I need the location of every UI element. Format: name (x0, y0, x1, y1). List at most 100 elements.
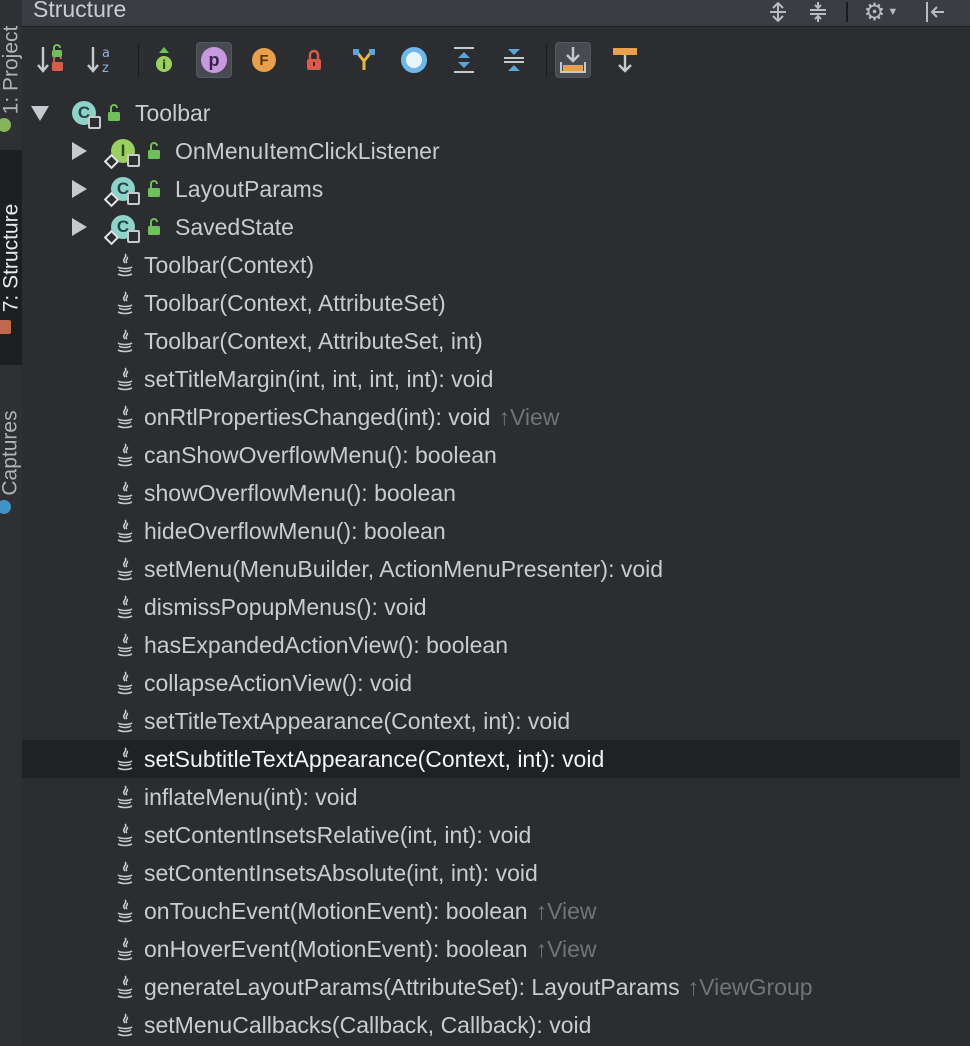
show-lambdas-button[interactable] (346, 42, 382, 78)
chevron-right-icon[interactable] (72, 142, 87, 160)
class-icon: C (103, 177, 140, 208)
tree-root-node[interactable]: C Toolbar (22, 94, 960, 132)
method-label-group: setContentInsetsRelative(int, int): void (144, 822, 531, 849)
method-java-icon (116, 822, 134, 848)
tree-method-node[interactable]: inflateMenu(int): void (22, 778, 960, 816)
expand-all-button[interactable] (446, 42, 482, 78)
tab-structure[interactable]: 7: Structure (0, 150, 22, 365)
method-java-icon (116, 556, 134, 582)
tree-class-node[interactable]: I OnMenuItemClickListener (22, 132, 960, 170)
method-label: setContentInsetsRelative(int, int): void (144, 821, 532, 848)
tree-class-label: LayoutParams (175, 175, 324, 202)
method-label: onRtlPropertiesChanged(int): void (144, 403, 491, 430)
collapse-all-button[interactable] (496, 42, 532, 78)
autoscroll-from-source-icon (613, 48, 637, 73)
method-java-icon (116, 746, 134, 772)
hide-panel-icon[interactable] (920, 0, 950, 24)
tree-method-node[interactable]: onTouchEvent(MotionEvent): boolean ↑View (22, 892, 960, 930)
tab-project[interactable]: 1: Project (0, 0, 22, 140)
method-label-group: Toolbar(Context) (144, 252, 314, 279)
tree-class-label: OnMenuItemClickListener (175, 137, 440, 164)
show-non-public-button[interactable] (296, 42, 332, 78)
tree-method-node[interactable]: setContentInsetsRelative(int, int): void (22, 816, 960, 854)
method-label-group: inflateMenu(int): void (144, 784, 358, 811)
panel-title-bar: Structure ⚙ ▼ (22, 0, 970, 27)
side-tool-window-bar: 1: Project 7: Structure Captures (0, 0, 23, 1046)
tree-method-node[interactable]: collapseActionView(): void (22, 664, 960, 702)
lock-mini-icon (127, 230, 140, 243)
tree-class-label: SavedState (175, 213, 294, 240)
method-label: setMenu(MenuBuilder, ActionMenuPresenter… (144, 555, 664, 582)
public-lock-icon (148, 218, 160, 235)
inherited-from-label: ↑ViewGroup (687, 973, 813, 1000)
class-icon: C (103, 215, 140, 246)
sort-alphabetically-button[interactable]: a z (83, 42, 119, 78)
method-label-group: setContentInsetsAbsolute(int, int): void (144, 860, 538, 887)
panel-title: Structure (33, 0, 127, 22)
collapse-vertical-icon[interactable] (804, 0, 832, 24)
tree-method-node[interactable]: setContentInsetsAbsolute(int, int): void (22, 854, 960, 892)
method-label-group: showOverflowMenu(): boolean (144, 480, 456, 507)
method-label-group: onTouchEvent(MotionEvent): boolean ↑View (144, 898, 597, 925)
method-java-icon (116, 860, 134, 886)
method-java-icon (116, 366, 134, 392)
method-label: collapseActionView(): void (144, 669, 413, 696)
tree-method-node[interactable]: setTitleTextAppearance(Context, int): vo… (22, 702, 960, 740)
show-fields-button[interactable]: F (246, 42, 282, 78)
tree-method-node[interactable]: onHoverEvent(MotionEvent): boolean ↑View (22, 930, 960, 968)
method-label-group: collapseActionView(): void (144, 670, 412, 697)
structure-icon (0, 320, 11, 334)
tree-method-node[interactable]: setTitleMargin(int, int, int, int): void (22, 360, 960, 398)
show-properties-button[interactable]: p (196, 42, 232, 78)
autoscroll-to-source-button[interactable] (555, 42, 591, 78)
tree-method-node[interactable]: showOverflowMenu(): boolean (22, 474, 960, 512)
svg-text:i: i (162, 58, 166, 72)
tree-method-node[interactable]: setMenu(MenuBuilder, ActionMenuPresenter… (22, 550, 960, 588)
gear-icon[interactable]: ⚙ ▼ (860, 0, 902, 26)
chevron-right-icon[interactable] (72, 180, 87, 198)
method-label-group: setSubtitleTextAppearance(Context, int):… (144, 746, 604, 773)
chevron-down-icon: ▼ (887, 6, 899, 18)
circle-icon (401, 47, 427, 73)
method-label: setTitleMargin(int, int, int, int): void (144, 365, 494, 392)
inherited-from-label: ↑View (498, 403, 560, 430)
tree-method-node[interactable]: setSubtitleTextAppearance(Context, int):… (22, 740, 960, 778)
autoscroll-to-source-icon (560, 47, 586, 73)
chevron-down-icon[interactable] (31, 106, 49, 121)
tree-method-node[interactable]: canShowOverflowMenu(): boolean (22, 436, 960, 474)
method-label-group: hideOverflowMenu(): boolean (144, 518, 446, 545)
method-label-group: hasExpandedActionView(): boolean (144, 632, 508, 659)
show-anonymous-button[interactable] (396, 42, 432, 78)
tab-captures[interactable]: Captures (0, 380, 22, 525)
tree-method-node[interactable]: Toolbar(Context, AttributeSet, int) (22, 322, 960, 360)
lock-mini-icon (127, 192, 140, 205)
expand-vertical-icon[interactable] (764, 0, 792, 24)
method-label-group: canShowOverflowMenu(): boolean (144, 442, 497, 469)
sort-by-visibility-button[interactable] (33, 42, 69, 78)
method-label-group: onRtlPropertiesChanged(int): void ↑View (144, 404, 559, 431)
tree-method-node[interactable]: generateLayoutParams(AttributeSet): Layo… (22, 968, 960, 1006)
tree-method-node[interactable]: Toolbar(Context, AttributeSet) (22, 284, 960, 322)
method-label: onHoverEvent(MotionEvent): boolean (144, 935, 528, 962)
method-label: generateLayoutParams(AttributeSet): Layo… (144, 973, 680, 1000)
tree-root-label: Toolbar (135, 99, 211, 126)
tree-method-node[interactable]: hasExpandedActionView(): boolean (22, 626, 960, 664)
sort-alpha-z: z (102, 61, 109, 76)
tree-method-node[interactable]: onRtlPropertiesChanged(int): void ↑View (22, 398, 960, 436)
fork-icon (353, 49, 375, 70)
tree-method-node[interactable]: dismissPopupMenus(): void (22, 588, 960, 626)
chevron-right-icon[interactable] (72, 218, 87, 236)
property-icon: p (201, 47, 227, 73)
tree-method-node[interactable]: hideOverflowMenu(): boolean (22, 512, 960, 550)
sort-visibility-icon (37, 44, 63, 73)
method-label: setTitleTextAppearance(Context, int): vo… (144, 707, 571, 734)
show-inherited-button[interactable]: i (146, 42, 182, 78)
tree-class-node[interactable]: C LayoutParams (22, 170, 960, 208)
autoscroll-from-source-button[interactable] (607, 42, 643, 78)
sort-alpha-a: a (102, 46, 110, 61)
tree-method-node[interactable]: Toolbar(Context) (22, 246, 960, 284)
method-label-group: Toolbar(Context, AttributeSet) (144, 290, 446, 317)
tree-class-node[interactable]: C SavedState (22, 208, 960, 246)
tree-method-node[interactable]: setMenuCallbacks(Callback, Callback): vo… (22, 1006, 960, 1044)
method-label-group: onHoverEvent(MotionEvent): boolean ↑View (144, 936, 597, 963)
